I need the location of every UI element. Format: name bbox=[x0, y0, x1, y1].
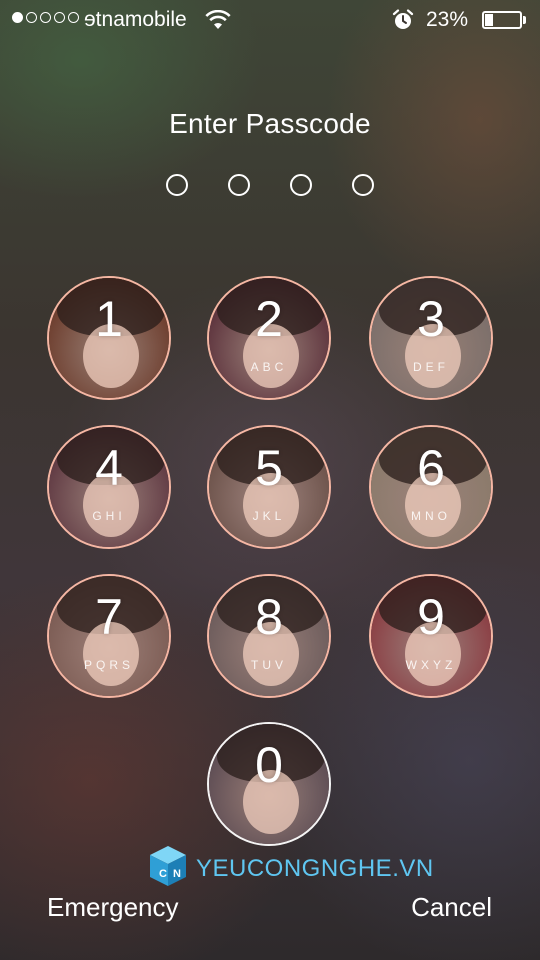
keypad-digit: 0 bbox=[255, 737, 283, 793]
watermark-text: YEUCONGNGHE.VN bbox=[196, 854, 434, 882]
keypad-letters: WXYZ bbox=[405, 658, 457, 672]
keypad-letters: JKL bbox=[252, 509, 286, 523]
keypad-button-4[interactable]: 4 GHI bbox=[47, 425, 171, 549]
signal-dot bbox=[68, 12, 79, 23]
carrier-name: ɘtnamobile bbox=[84, 8, 187, 31]
passcode-dot bbox=[290, 174, 312, 196]
svg-text:N: N bbox=[173, 868, 181, 880]
keypad-letters: GHI bbox=[92, 509, 126, 523]
keypad-button-5[interactable]: 5 JKL bbox=[207, 425, 331, 549]
battery-percent: 23% bbox=[426, 8, 469, 31]
keypad-digit: 2 bbox=[255, 291, 283, 347]
emergency-button[interactable]: Emergency bbox=[47, 892, 179, 923]
keypad-digit: 7 bbox=[95, 589, 123, 645]
cancel-button[interactable]: Cancel bbox=[411, 892, 492, 923]
battery-icon bbox=[482, 11, 522, 29]
keypad-digit: 4 bbox=[95, 440, 123, 496]
alarm-icon bbox=[392, 9, 414, 36]
keypad-digit: 9 bbox=[417, 589, 445, 645]
signal-strength-icon bbox=[12, 12, 79, 23]
keypad-digit: 8 bbox=[255, 589, 283, 645]
watermark-logo: C N YEUCONGNGHE.VN bbox=[146, 844, 434, 893]
passcode-dots bbox=[166, 174, 376, 196]
svg-text:C: C bbox=[159, 868, 167, 880]
passcode-dot bbox=[166, 174, 188, 196]
status-bar: ɘtnamobile 23% bbox=[0, 0, 540, 40]
keypad-letters: TUV bbox=[251, 658, 287, 672]
battery-tip bbox=[523, 16, 526, 24]
keypad-button-1[interactable]: 1 bbox=[47, 276, 171, 400]
wifi-icon bbox=[205, 9, 231, 35]
battery-level-fill bbox=[485, 14, 493, 26]
keypad-button-6[interactable]: 6 MNO bbox=[369, 425, 493, 549]
signal-dot bbox=[54, 12, 65, 23]
keypad-digit: 1 bbox=[95, 291, 123, 347]
keypad-letters: DEF bbox=[413, 360, 449, 374]
keypad-digit: 3 bbox=[417, 291, 445, 347]
signal-dot bbox=[12, 12, 23, 23]
passcode-dot bbox=[352, 174, 374, 196]
keypad-digit: 6 bbox=[417, 440, 445, 496]
keypad-button-2[interactable]: 2 ABC bbox=[207, 276, 331, 400]
keypad-button-8[interactable]: 8 TUV bbox=[207, 574, 331, 698]
keypad-button-7[interactable]: 7 PQRS bbox=[47, 574, 171, 698]
signal-dot bbox=[40, 12, 51, 23]
keypad-letters: ABC bbox=[250, 360, 288, 374]
keypad-button-9[interactable]: 9 WXYZ bbox=[369, 574, 493, 698]
passcode-dot bbox=[228, 174, 250, 196]
page-title: Enter Passcode bbox=[169, 108, 371, 139]
cube-logo-icon: C N bbox=[146, 844, 190, 893]
keypad-letters: PQRS bbox=[83, 658, 134, 672]
keypad-letters: MNO bbox=[411, 509, 451, 523]
signal-dot bbox=[26, 12, 37, 23]
keypad-button-3[interactable]: 3 DEF bbox=[369, 276, 493, 400]
keypad-button-0[interactable]: 0 bbox=[207, 722, 331, 846]
keypad-digit: 5 bbox=[255, 440, 283, 496]
